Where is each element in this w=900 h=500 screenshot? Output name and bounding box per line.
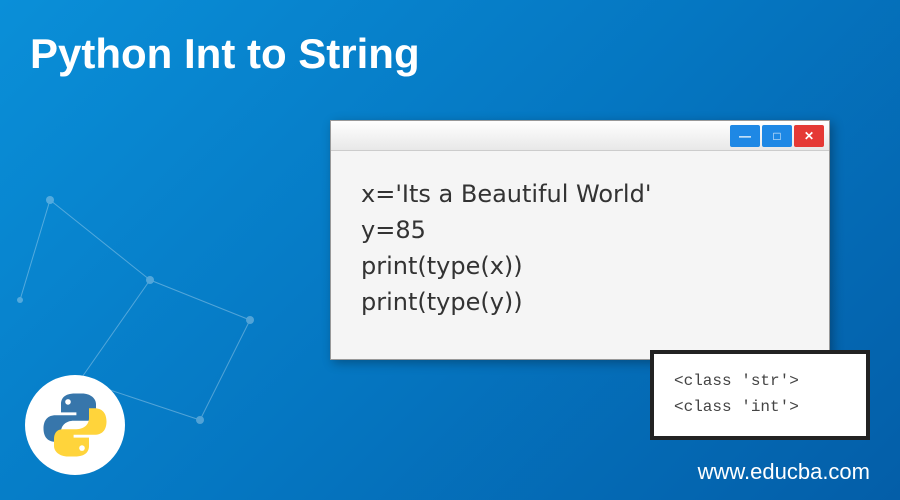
website-url: www.educba.com	[698, 459, 870, 485]
minimize-button[interactable]: —	[730, 125, 760, 147]
code-line-3: print(type(x))	[361, 248, 799, 284]
code-line-1: x='Its a Beautiful World'	[361, 176, 799, 212]
window-titlebar: — □ ✕	[331, 121, 829, 151]
maximize-button[interactable]: □	[762, 125, 792, 147]
output-line-2: <class 'int'>	[674, 395, 846, 421]
python-icon	[40, 390, 110, 460]
python-logo	[25, 375, 125, 475]
code-content: x='Its a Beautiful World' y=85 print(typ…	[331, 151, 829, 345]
output-box: <class 'str'> <class 'int'>	[650, 350, 870, 440]
page-title: Python Int to String	[30, 30, 420, 78]
code-window: — □ ✕ x='Its a Beautiful World' y=85 pri…	[330, 120, 830, 360]
output-line-1: <class 'str'>	[674, 369, 846, 395]
close-button[interactable]: ✕	[794, 125, 824, 147]
code-line-4: print(type(y))	[361, 284, 799, 320]
code-line-2: y=85	[361, 212, 799, 248]
